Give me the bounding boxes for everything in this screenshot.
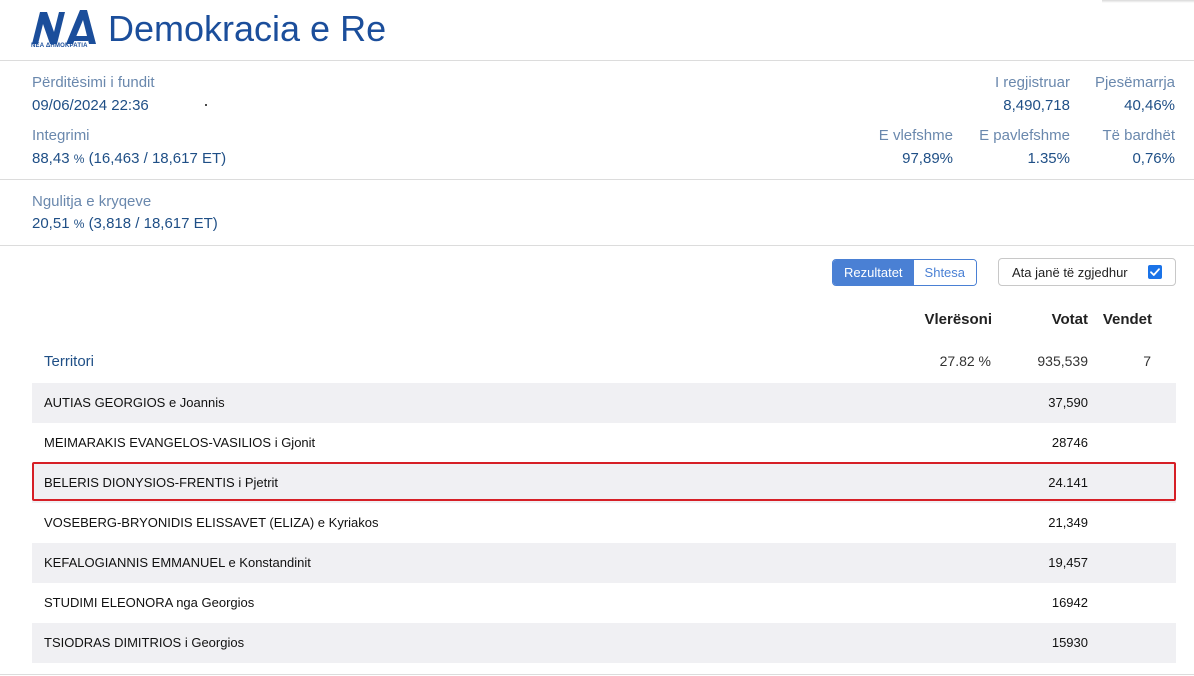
- candidate-votes: 21,349: [1048, 515, 1088, 530]
- territory-seats: 7: [1143, 353, 1151, 369]
- territory-row: Territori 27.82 % 935,539 7: [32, 343, 1176, 383]
- elected-label: Ata janë të zgjedhur: [1012, 264, 1128, 280]
- candidate-name: TSIODRAS DIMITRIOS i Georgios: [44, 635, 245, 650]
- candidate-votes: 16942: [1051, 595, 1088, 610]
- candidate-name: BELERIS DIONYSIOS-FRENTIS i Pjetrit: [44, 475, 279, 490]
- candidate-votes: 19,457: [1048, 555, 1088, 570]
- table-row[interactable]: VOSEBERG-BRYONIDIS ELISSAVET (ELIZA) e K…: [32, 503, 1176, 543]
- table-row[interactable]: STUDIMI ELEONORA nga Georgios 16942: [32, 583, 1176, 623]
- view-toggle: Rezultatet Shtesa: [832, 259, 978, 286]
- territory-score: 27.82 %: [939, 353, 991, 369]
- turnout-value: 40,46%: [1124, 97, 1175, 114]
- elected-checkbox[interactable]: [1148, 265, 1162, 279]
- integration-value: 88,43 % (16,463 / 18,617 ET): [32, 150, 226, 168]
- party-header: ΝΕΑ ΔΗΜΟΚΡΑΤΙΑ Demokracia e Re: [0, 0, 1194, 61]
- table-row[interactable]: AUTIAS GEORGIOS e Joannis 37,590: [32, 383, 1176, 423]
- candidate-votes: 24.141: [1048, 475, 1088, 490]
- blank-value: 0,76%: [1132, 150, 1175, 167]
- divider: [0, 245, 1194, 246]
- last-update-value: 09/06/2024 22:36: [32, 97, 149, 114]
- candidate-votes: 28746: [1051, 435, 1088, 450]
- integration-label: Integrimi: [32, 127, 90, 144]
- crosses-pct: 20,51: [32, 215, 70, 232]
- table-row[interactable]: BELERIS DIONYSIOS-FRENTIS i Pjetrit 24.1…: [32, 463, 1176, 503]
- divider: [0, 179, 1194, 180]
- candidate-name: MEIMARAKIS EVANGELOS-VASILIOS i Gjonit: [44, 435, 316, 450]
- candidate-votes: 37,590: [1048, 395, 1088, 410]
- table-row[interactable]: MEIMARAKIS EVANGELOS-VASILIOS i Gjonit 2…: [32, 423, 1176, 463]
- territory-name[interactable]: Territori: [44, 353, 94, 370]
- registered-value: 8,490,718: [1003, 97, 1070, 114]
- valid-label: E vlefshme: [878, 127, 953, 144]
- invalid-label: E pavlefshme: [979, 127, 1070, 144]
- invalid-value: 1.35%: [1027, 150, 1070, 167]
- candidate-votes: 15930: [1051, 635, 1088, 650]
- column-header-votes: Votat: [1051, 311, 1088, 328]
- territory-votes: 935,539: [1037, 353, 1088, 369]
- party-title: Demokracia e Re: [108, 8, 387, 49]
- registered-label: I regjistruar: [994, 74, 1070, 91]
- logo-subtitle: ΝΕΑ ΔΗΜΟΚΡΑΤΙΑ: [31, 43, 88, 49]
- blank-label: Të bardhët: [1102, 127, 1175, 144]
- crosses-value: 20,51 % (3,818 / 18,617 ET): [32, 215, 218, 233]
- candidate-name: AUTIAS GEORGIOS e Joannis: [44, 395, 225, 410]
- candidate-name: STUDIMI ELEONORA nga Georgios: [44, 595, 255, 610]
- integration-pct: 88,43: [32, 150, 70, 167]
- table-row[interactable]: TSIODRAS DIMITRIOS i Georgios 15930: [32, 623, 1176, 663]
- check-icon: [1150, 268, 1160, 276]
- divider: [0, 674, 1194, 675]
- candidate-name: KEFALOGIANNIS EMMANUEL e Konstandinit: [44, 555, 311, 570]
- column-header-score: Vlerësoni: [924, 311, 992, 328]
- elected-filter[interactable]: Ata janë të zgjedhur: [998, 258, 1176, 286]
- turnout-label: Pjesëmarrja: [1094, 74, 1175, 91]
- valid-value: 97,89%: [902, 150, 953, 167]
- cursor-dot: [205, 104, 207, 106]
- table-row[interactable]: KEFALOGIANNIS EMMANUEL e Konstandinit 19…: [32, 543, 1176, 583]
- column-header-seats: Vendet: [1102, 311, 1152, 328]
- crosses-label: Ngulitja e kryqeve: [32, 193, 152, 210]
- integration-unit: %: [73, 152, 85, 166]
- candidate-name: VOSEBERG-BRYONIDIS ELISSAVET (ELIZA) e K…: [44, 515, 379, 530]
- integration-detail: (16,463 / 18,617 ET): [88, 150, 227, 167]
- tab-results[interactable]: Rezultatet: [833, 260, 914, 285]
- last-update-label: Përditësimi i fundit: [32, 74, 155, 91]
- tab-extra[interactable]: Shtesa: [913, 260, 977, 285]
- crosses-detail: (3,818 / 18,617 ET): [88, 215, 218, 232]
- candidate-list: AUTIAS GEORGIOS e Joannis 37,590 MEIMARA…: [32, 383, 1176, 663]
- crosses-unit: %: [73, 217, 85, 231]
